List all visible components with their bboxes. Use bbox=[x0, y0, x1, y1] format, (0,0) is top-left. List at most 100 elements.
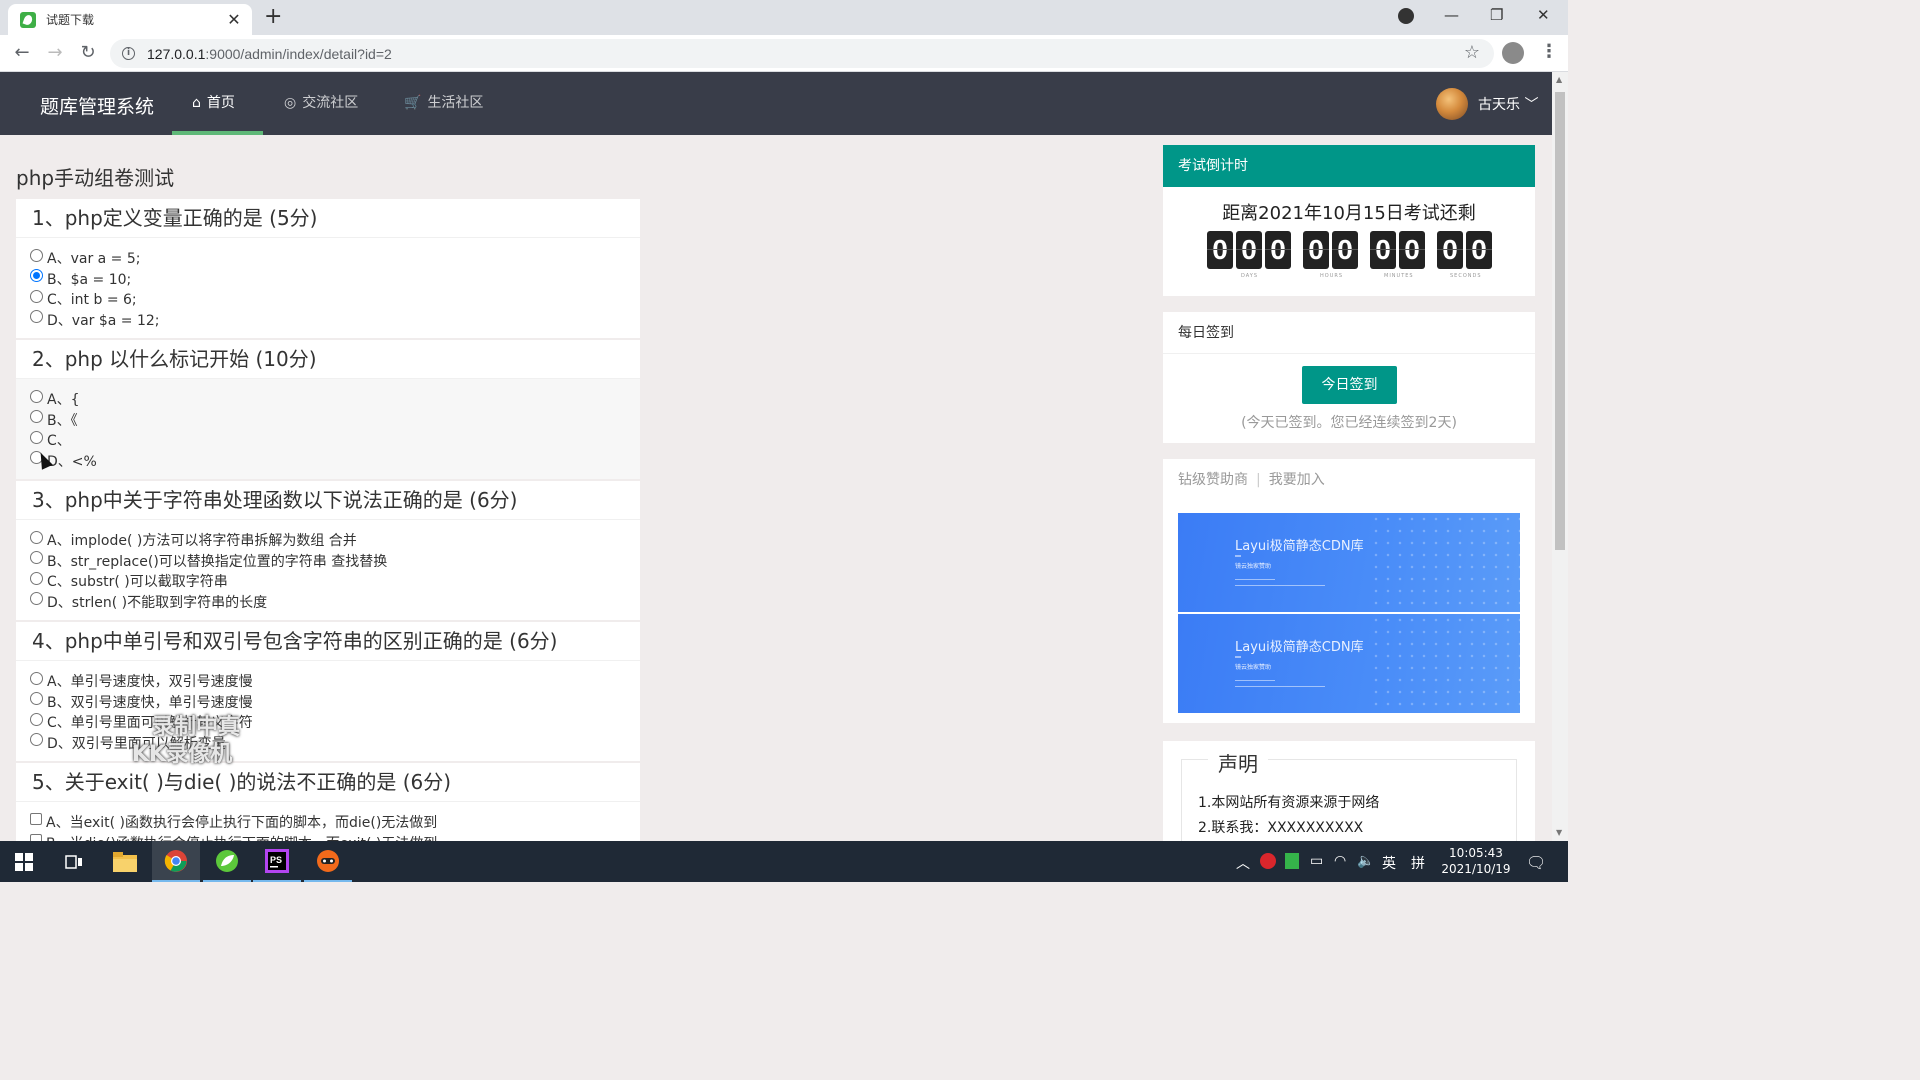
tab-close-icon[interactable]: ✕ bbox=[226, 10, 242, 29]
notice-panel: 声明 1.本网站所有资源来源于网络 2.联系我：XXXXXXXXXX bbox=[1163, 741, 1535, 841]
browser-tab[interactable]: 试题下载 ✕ bbox=[8, 4, 252, 35]
option-a[interactable]: A、当exit( )函数执行会停止执行下面的脚本，而die()无法做到 bbox=[30, 812, 626, 833]
sponsor-link[interactable]: 钻级赞助商 bbox=[1178, 472, 1248, 488]
option-c[interactable]: C、单引号里面可以解析转义字符 bbox=[30, 712, 626, 733]
task-view-button[interactable] bbox=[50, 841, 98, 882]
browser-toolbar: ← → ↻ i 127.0.0.1:9000/admin/index/detai… bbox=[0, 35, 1568, 72]
seconds-caption: SECONDS bbox=[1450, 273, 1482, 279]
nav-home[interactable]: ⌂ 首页 bbox=[172, 72, 263, 135]
svg-text:PS: PS bbox=[270, 855, 282, 865]
site-logo[interactable]: 题库管理系统 bbox=[40, 92, 154, 119]
sponsor-header: 钻级赞助商 | 我要加入 bbox=[1163, 459, 1535, 501]
clock-date: 2021/10/19 bbox=[1441, 862, 1511, 876]
option-d[interactable]: D、<% bbox=[30, 451, 626, 472]
option-a[interactable]: A、implode( )方法可以将字符串拆解为数组 合并 bbox=[30, 530, 626, 551]
checkbox[interactable] bbox=[30, 813, 42, 826]
signin-button[interactable]: 今日签到 bbox=[1302, 366, 1397, 404]
leaf-app-icon bbox=[216, 849, 238, 872]
battery-icon[interactable]: ▭ bbox=[1310, 853, 1323, 869]
option-c[interactable]: C、substr( )可以截取字符串 bbox=[30, 571, 626, 592]
option-d[interactable]: D、双引号里面可以解析变量 bbox=[30, 733, 626, 754]
address-bar[interactable]: i 127.0.0.1:9000/admin/index/detail?id=2… bbox=[110, 39, 1494, 68]
url-text[interactable]: 127.0.0.1:9000/admin/index/detail?id=2 bbox=[147, 46, 392, 62]
site-info-icon[interactable]: i bbox=[122, 47, 135, 60]
question-title: 4、php中单引号和双引号包含字符串的区别正确的是 (6分) bbox=[16, 622, 640, 661]
radio-button[interactable] bbox=[30, 289, 43, 303]
chrome-button[interactable] bbox=[152, 841, 200, 882]
radio-button[interactable] bbox=[30, 692, 43, 706]
option-b[interactable]: B、$a = 10; bbox=[30, 269, 626, 290]
nav-community[interactable]: ◎ 交流社区 bbox=[284, 72, 358, 135]
option-b[interactable]: B、双引号速度快，单引号速度慢 bbox=[30, 692, 626, 713]
scroll-down-icon[interactable]: ▼ bbox=[1556, 828, 1562, 837]
scroll-thumb[interactable] bbox=[1555, 92, 1565, 550]
radio-button[interactable] bbox=[30, 530, 43, 544]
tray-app-icon[interactable] bbox=[1260, 853, 1276, 869]
option-c[interactable]: C、int b = 6; bbox=[30, 289, 626, 310]
option-a[interactable]: A、var a = 5; bbox=[30, 248, 626, 269]
app-green-button[interactable] bbox=[203, 841, 251, 882]
radio-button[interactable] bbox=[30, 430, 43, 444]
close-window-button[interactable]: ✕ bbox=[1537, 6, 1550, 24]
option-a[interactable]: A、单引号速度快，双引号速度慢 bbox=[30, 671, 626, 692]
start-button[interactable] bbox=[0, 841, 48, 882]
forward-icon[interactable]: → bbox=[43, 42, 67, 64]
reload-icon[interactable]: ↻ bbox=[76, 42, 100, 64]
radio-button[interactable] bbox=[30, 310, 43, 324]
radio-button[interactable] bbox=[30, 248, 43, 262]
avatar[interactable] bbox=[1436, 88, 1468, 120]
radio-button[interactable] bbox=[30, 551, 43, 565]
option-b[interactable]: B、《 bbox=[30, 410, 626, 431]
bookmark-star-icon[interactable]: ☆ bbox=[1464, 42, 1480, 63]
notification-icon[interactable]: 🗨 bbox=[1526, 853, 1546, 872]
tray-expand-icon[interactable]: ︿ bbox=[1236, 853, 1250, 873]
radio-button-selected[interactable] bbox=[30, 269, 43, 283]
file-explorer-button[interactable] bbox=[101, 841, 149, 882]
option-d[interactable]: D、var $a = 12; bbox=[30, 310, 626, 331]
back-icon[interactable]: ← bbox=[10, 42, 34, 64]
ime-language[interactable]: 英 bbox=[1382, 853, 1396, 873]
sponsor-banner[interactable]: Layui极简静态CDN库 镜云独家赞助 bbox=[1178, 614, 1520, 713]
minimize-button[interactable]: — bbox=[1444, 6, 1459, 24]
windows-taskbar: PS ︿ ▭ ◠ 🔈 英 拼 🗨 bbox=[0, 841, 1568, 882]
checkbox[interactable] bbox=[30, 833, 42, 841]
ime-mode[interactable]: 拼 bbox=[1411, 853, 1425, 873]
radio-button[interactable] bbox=[30, 671, 43, 685]
ad-divider bbox=[1235, 656, 1241, 658]
sponsor-banner[interactable]: Layui极简静态CDN库 镜云独家赞助 bbox=[1178, 513, 1520, 612]
option-b[interactable]: B、str_replace()可以替换指定位置的字符串 查找替换 bbox=[30, 551, 626, 572]
countdown-digits: 0 0 0 0 0 0 0 0 0 bbox=[1207, 231, 1495, 269]
profile-icon[interactable] bbox=[1502, 42, 1524, 64]
digit-days: 0 bbox=[1207, 231, 1233, 269]
option-c[interactable]: C、 bbox=[30, 430, 626, 451]
browser-menu-icon[interactable]: ⋮ bbox=[1540, 42, 1558, 62]
option-b[interactable]: B、当die()函数执行会停止执行下面的脚本，而exit( )无法做到 bbox=[30, 833, 626, 841]
scroll-up-icon[interactable]: ▲ bbox=[1556, 75, 1562, 84]
radio-button[interactable] bbox=[30, 410, 43, 424]
radio-button[interactable] bbox=[30, 712, 43, 726]
radio-button[interactable] bbox=[30, 592, 43, 606]
page-scrollbar[interactable]: ▲ ▼ bbox=[1552, 72, 1568, 841]
tab-search-icon[interactable] bbox=[1398, 8, 1414, 24]
question-card-5: 5、关于exit( )与die( )的说法不正确的是 (6分) A、当exit(… bbox=[16, 763, 640, 841]
option-d[interactable]: D、strlen( )不能取到字符串的长度 bbox=[30, 592, 626, 613]
notice-title: 声明 bbox=[1208, 748, 1268, 777]
radio-button[interactable] bbox=[30, 733, 43, 747]
option-a[interactable]: A、{ bbox=[30, 389, 626, 410]
taskbar-clock[interactable]: 10:05:43 2021/10/19 bbox=[1438, 845, 1514, 877]
wifi-icon[interactable]: ◠ bbox=[1334, 853, 1346, 869]
new-tab-button[interactable]: + bbox=[264, 5, 282, 29]
site-header: 题库管理系统 ⌂ 首页 ◎ 交流社区 🛒 生活社区 bbox=[0, 72, 1552, 135]
radio-button[interactable] bbox=[30, 571, 43, 585]
radio-button[interactable] bbox=[30, 389, 43, 403]
recorder-button[interactable] bbox=[304, 841, 352, 882]
nav-life[interactable]: 🛒 生活社区 bbox=[404, 72, 483, 135]
join-link[interactable]: 我要加入 bbox=[1269, 472, 1325, 488]
notice-line: 2.联系我：XXXXXXXXXX bbox=[1198, 820, 1364, 836]
volume-icon[interactable]: 🔈 bbox=[1357, 853, 1374, 869]
option-label: C、int b = 6; bbox=[47, 292, 137, 309]
tray-nvidia-icon[interactable] bbox=[1285, 853, 1299, 869]
user-menu[interactable]: 古天乐 ﹀ bbox=[1478, 94, 1538, 114]
restore-button[interactable]: ❐ bbox=[1490, 6, 1503, 24]
phpstorm-button[interactable]: PS bbox=[253, 841, 301, 882]
